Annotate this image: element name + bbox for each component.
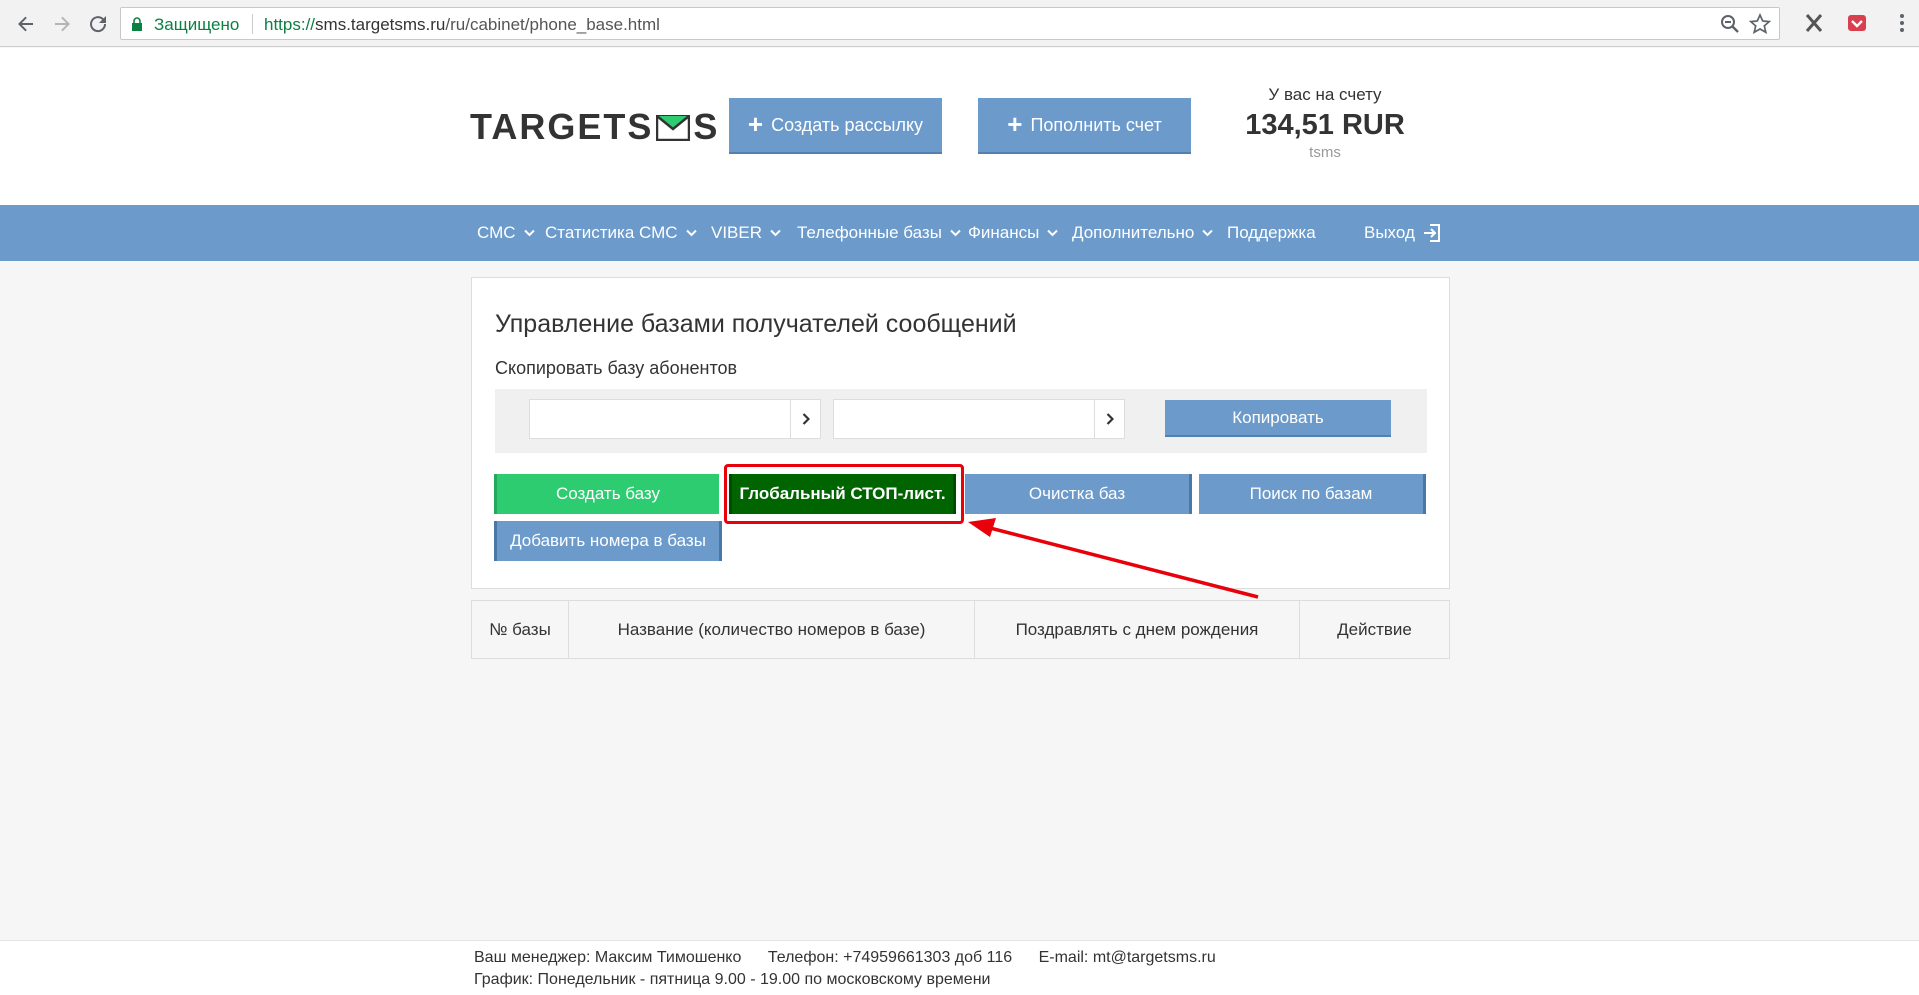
page-footer: Ваш менеджер: Максим Тимошенко Телефон: … xyxy=(0,940,1919,995)
footer-contacts: Ваш менеджер: Максим Тимошенко Телефон: … xyxy=(474,949,1238,967)
schedule-text: График: Понедельник - пятница 9.00 - 19.… xyxy=(474,971,991,988)
email-text: E-mail: mt@targetsms.ru xyxy=(1038,949,1216,966)
column-header[interactable]: Поздравлять с днем рождения xyxy=(975,601,1300,658)
annotation-arrow xyxy=(968,518,1259,599)
column-header[interactable]: Название (количество номеров в базе) xyxy=(569,601,975,658)
manager-text: Ваш менеджер: Максим Тимошенко xyxy=(474,949,742,966)
phone-text: Телефон: +74959661303 доб 116 xyxy=(767,949,1013,966)
column-header[interactable]: № базы xyxy=(472,601,569,658)
bases-table: № базы Название (количество номеров в ба… xyxy=(471,600,1450,659)
column-header[interactable]: Действие xyxy=(1300,601,1449,658)
